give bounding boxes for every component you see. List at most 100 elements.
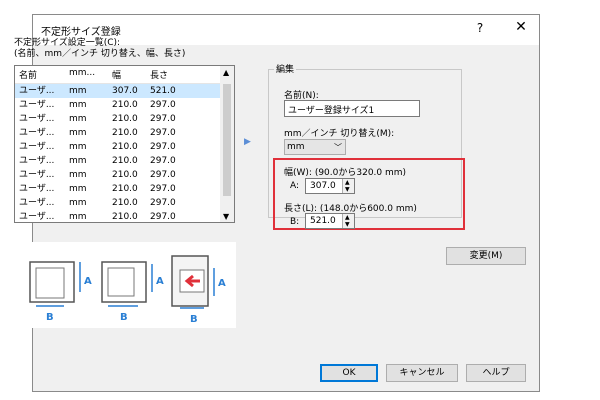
size-list-label-line1: 不定形サイズ設定一覧(C):: [14, 38, 121, 48]
list-item-unit: mm: [69, 156, 87, 166]
name-input[interactable]: ユーザー登録サイズ1: [284, 100, 420, 117]
spin-up-icon[interactable]: ▲: [345, 214, 350, 221]
list-item[interactable]: ユーザ... mm 210.0 297.0: [15, 154, 222, 168]
list-item[interactable]: ユーザ... mm 210.0 297.0: [15, 168, 222, 182]
illustration-panel-1: A B: [29, 261, 92, 323]
list-header: 名前 mm... 幅 長さ: [15, 66, 222, 84]
list-item-length: 297.0: [150, 212, 176, 222]
width-label: 幅(W): (90.0から320.0 mm): [284, 168, 407, 178]
illustration-svg: A B A B A B: [29, 255, 226, 325]
list-item-name: ユーザ...: [19, 170, 55, 180]
list-item-length: 297.0: [150, 128, 176, 138]
illustration-panel-2: A B: [101, 261, 164, 323]
chevron-down-icon: ﹀: [334, 143, 342, 152]
cancel-button[interactable]: キャンセル: [386, 364, 458, 382]
help-button[interactable]: ヘルプ: [466, 364, 526, 382]
dialog-title: 不定形サイズ登録: [41, 27, 121, 38]
list-scrollbar[interactable]: ▲ ▼: [220, 66, 234, 222]
close-icon[interactable]: ✕: [513, 19, 529, 35]
change-button[interactable]: 変更(M): [446, 247, 526, 265]
list-item-width: 210.0: [112, 170, 138, 180]
spin-down-icon[interactable]: ▼: [345, 221, 350, 228]
column-header-unit[interactable]: mm...: [69, 68, 95, 78]
list-item[interactable]: ユーザ... mm 307.0 521.0: [15, 84, 222, 98]
list-item-name: ユーザ...: [19, 114, 55, 124]
size-list-label-line2: (名前、mm／インチ 切り替え、幅、長さ): [14, 49, 186, 59]
list-item[interactable]: ユーザ... mm 210.0 297.0: [15, 196, 222, 210]
scroll-thumb[interactable]: [223, 84, 231, 196]
size-list[interactable]: 名前 mm... 幅 長さ ユーザ... mm 307.0 521.0 ユーザ... mm…: [14, 65, 235, 223]
dimension-a-label: A: [84, 276, 92, 287]
column-header-length[interactable]: 長さ: [150, 68, 168, 81]
list-item-unit: mm: [69, 170, 87, 180]
list-item-width: 210.0: [112, 114, 138, 124]
scroll-down-icon[interactable]: ▼: [223, 212, 229, 221]
spin-down-icon[interactable]: ▼: [345, 186, 350, 193]
list-item-length: 297.0: [150, 184, 176, 194]
unit-select-value: mm: [287, 142, 305, 152]
list-item-length: 297.0: [150, 156, 176, 166]
list-item-name: ユーザ...: [19, 142, 55, 152]
list-item-width: 210.0: [112, 198, 138, 208]
spin-up-icon[interactable]: ▲: [345, 179, 350, 186]
list-item-unit: mm: [69, 100, 87, 110]
column-header-name[interactable]: 名前: [19, 68, 37, 81]
list-item-unit: mm: [69, 86, 87, 96]
ok-button[interactable]: OK: [320, 364, 378, 382]
list-item-width: 210.0: [112, 142, 138, 152]
list-item[interactable]: ユーザ... mm 210.0 297.0: [15, 126, 222, 140]
list-item-width: 210.0: [112, 156, 138, 166]
list-item[interactable]: ユーザ... mm 210.0 297.0: [15, 182, 222, 196]
column-header-width[interactable]: 幅: [112, 68, 121, 81]
list-item-width: 210.0: [112, 184, 138, 194]
width-spinner[interactable]: 307.0 ▲ ▼: [305, 178, 355, 194]
list-item-unit: mm: [69, 198, 87, 208]
list-item-name: ユーザ...: [19, 128, 55, 138]
dimension-a-label: A: [156, 276, 164, 287]
list-item-name: ユーザ...: [19, 156, 55, 166]
list-item[interactable]: ユーザ... mm 210.0 297.0: [15, 210, 222, 222]
dimension-b-label: B: [120, 312, 128, 323]
list-item-length: 297.0: [150, 170, 176, 180]
list-item-name: ユーザ...: [19, 100, 55, 110]
illustration-panel-3: A B: [171, 255, 226, 325]
length-value[interactable]: 521.0: [310, 216, 336, 226]
edit-group-legend: 編集: [274, 62, 297, 75]
list-item-length: 297.0: [150, 198, 176, 208]
size-list-label: 不定形サイズ設定一覧(C): (名前、mm／インチ 切り替え、幅、長さ): [14, 38, 185, 60]
list-item-unit: mm: [69, 212, 87, 222]
list-item-unit: mm: [69, 128, 87, 138]
list-item-name: ユーザ...: [19, 86, 55, 96]
help-icon[interactable]: ?: [473, 21, 487, 35]
list-item[interactable]: ユーザ... mm 210.0 297.0: [15, 98, 222, 112]
list-item-length: 297.0: [150, 114, 176, 124]
list-item-width: 210.0: [112, 100, 138, 110]
list-item-unit: mm: [69, 142, 87, 152]
dimension-a-label: A: [218, 278, 226, 289]
list-item-length: 521.0: [150, 86, 176, 96]
list-item-width: 210.0: [112, 212, 138, 222]
unit-select[interactable]: mm ﹀: [284, 139, 346, 155]
list-item-width: 307.0: [112, 86, 138, 96]
dimension-b-label: B: [46, 312, 54, 323]
dimension-b-label: B: [190, 314, 198, 325]
arrow-right-icon: ▶: [244, 137, 251, 147]
list-item[interactable]: ユーザ... mm 210.0 297.0: [15, 140, 222, 154]
list-item-width: 210.0: [112, 128, 138, 138]
unit-label: mm／インチ 切り替え(M):: [284, 129, 395, 139]
list-item-length: 297.0: [150, 142, 176, 152]
list-item-name: ユーザ...: [19, 212, 55, 222]
paper-illustration: A B A B A B: [14, 242, 236, 328]
list-item[interactable]: ユーザ... mm 210.0 297.0: [15, 112, 222, 126]
length-spin-buttons[interactable]: ▲ ▼: [342, 214, 354, 228]
scroll-up-icon[interactable]: ▲: [223, 68, 229, 77]
list-item-name: ユーザ...: [19, 198, 55, 208]
length-spinner[interactable]: 521.0 ▲ ▼: [305, 213, 355, 229]
width-prefix: A:: [290, 181, 300, 191]
length-prefix: B:: [290, 217, 300, 227]
width-value[interactable]: 307.0: [310, 181, 336, 191]
list-item-unit: mm: [69, 114, 87, 124]
list-item-unit: mm: [69, 184, 87, 194]
width-spin-buttons[interactable]: ▲ ▼: [342, 179, 354, 193]
list-item-name: ユーザ...: [19, 184, 55, 194]
